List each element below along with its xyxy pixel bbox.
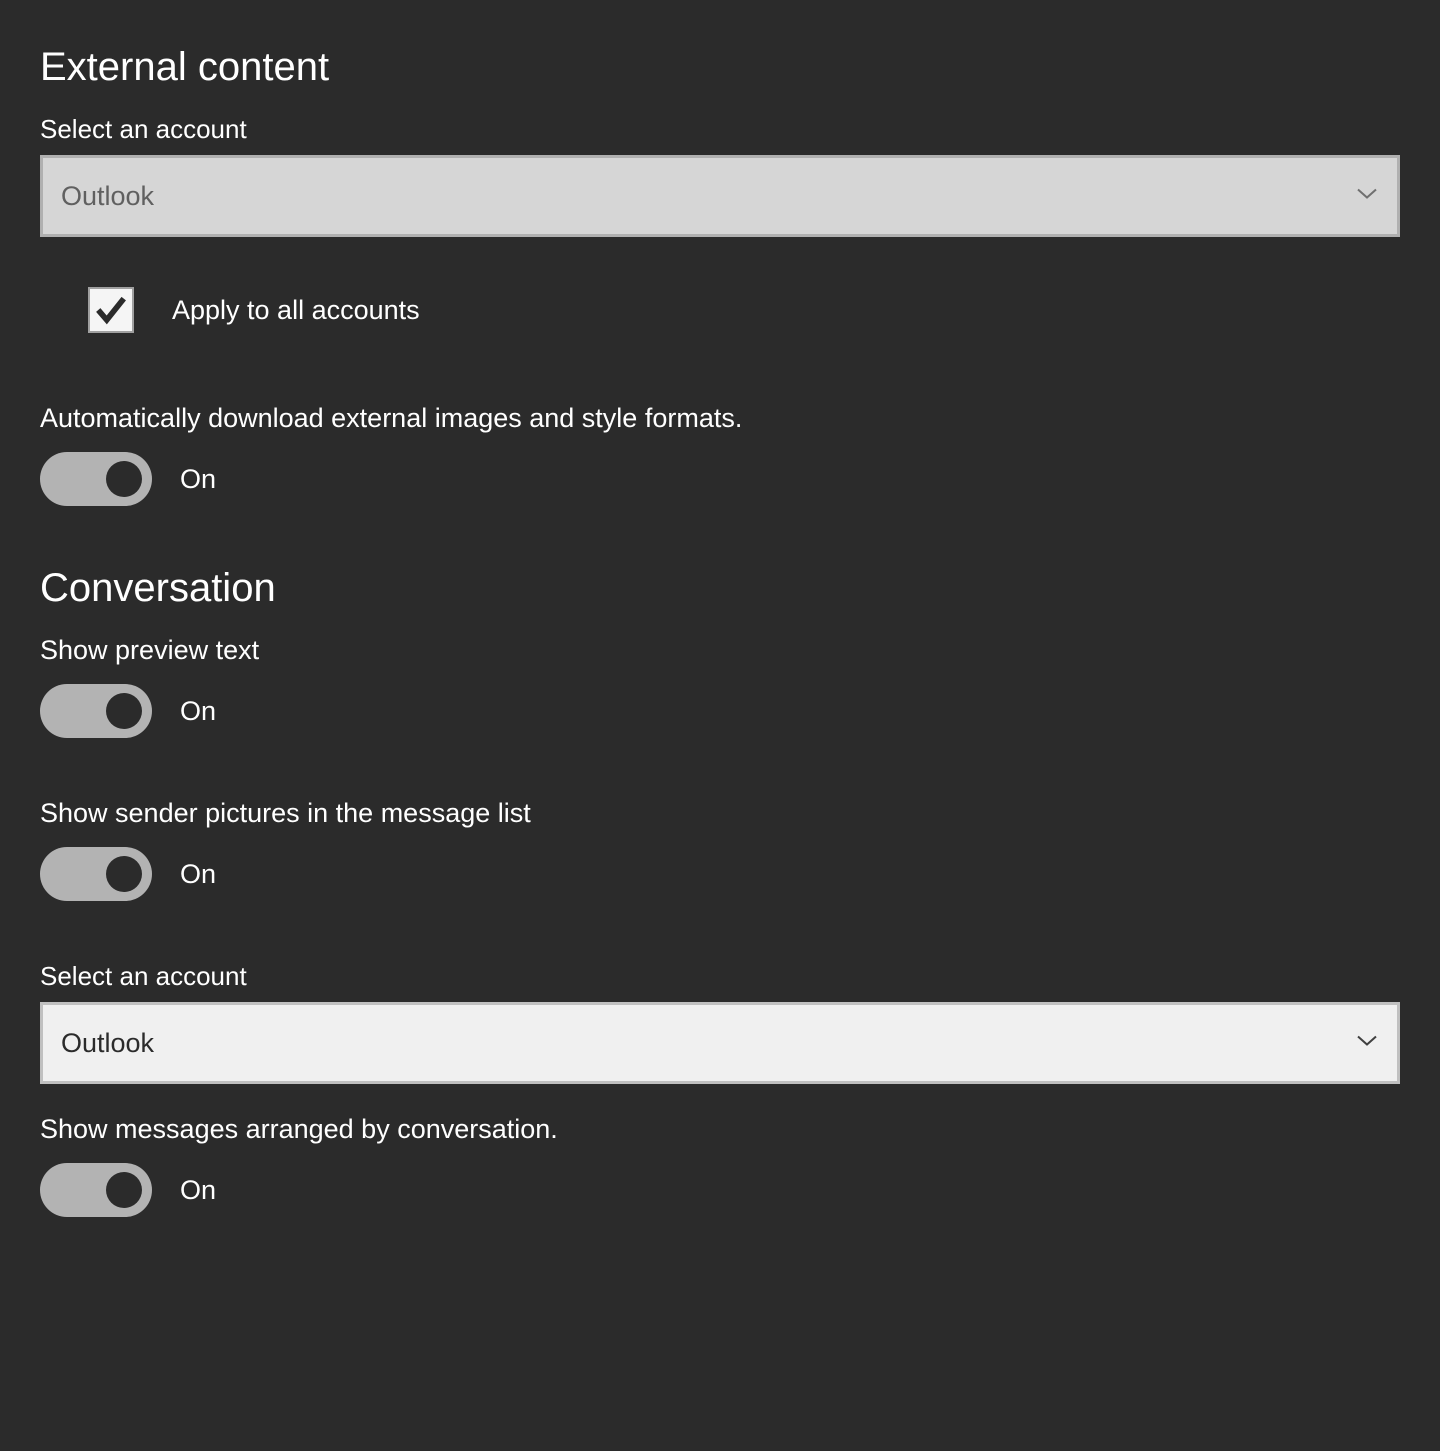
arranged-toggle-row: On [40, 1163, 1400, 1217]
sender-pictures-state: On [180, 859, 216, 890]
arranged-label: Show messages arranged by conversation. [40, 1114, 1400, 1145]
sender-pictures-toggle[interactable] [40, 847, 152, 901]
preview-text-toggle-row: On [40, 684, 1400, 738]
account-select-wrapper-2: Outlook [40, 1002, 1400, 1084]
conversation-title: Conversation [40, 566, 1400, 611]
account-select-wrapper-1: Outlook [40, 155, 1400, 237]
sender-pictures-label: Show sender pictures in the message list [40, 798, 1400, 829]
sender-pictures-toggle-row: On [40, 847, 1400, 901]
toggle-knob [106, 693, 142, 729]
auto-download-label: Automatically download external images a… [40, 403, 1400, 434]
apply-all-checkbox[interactable] [88, 287, 134, 333]
auto-download-state: On [180, 464, 216, 495]
toggle-knob [106, 856, 142, 892]
external-content-title: External content [40, 45, 1400, 90]
toggle-knob [106, 1172, 142, 1208]
apply-all-row: Apply to all accounts [88, 287, 1400, 333]
apply-all-label: Apply to all accounts [172, 295, 420, 326]
toggle-knob [106, 461, 142, 497]
account-select-1[interactable]: Outlook [40, 155, 1400, 237]
auto-download-toggle[interactable] [40, 452, 152, 506]
preview-text-label: Show preview text [40, 635, 1400, 666]
preview-text-state: On [180, 696, 216, 727]
account-select-2[interactable]: Outlook [40, 1002, 1400, 1084]
select-account-label-2: Select an account [40, 961, 1400, 992]
preview-text-toggle[interactable] [40, 684, 152, 738]
checkmark-icon [94, 293, 128, 327]
auto-download-toggle-row: On [40, 452, 1400, 506]
arranged-toggle[interactable] [40, 1163, 152, 1217]
select-account-label-1: Select an account [40, 114, 1400, 145]
arranged-state: On [180, 1175, 216, 1206]
